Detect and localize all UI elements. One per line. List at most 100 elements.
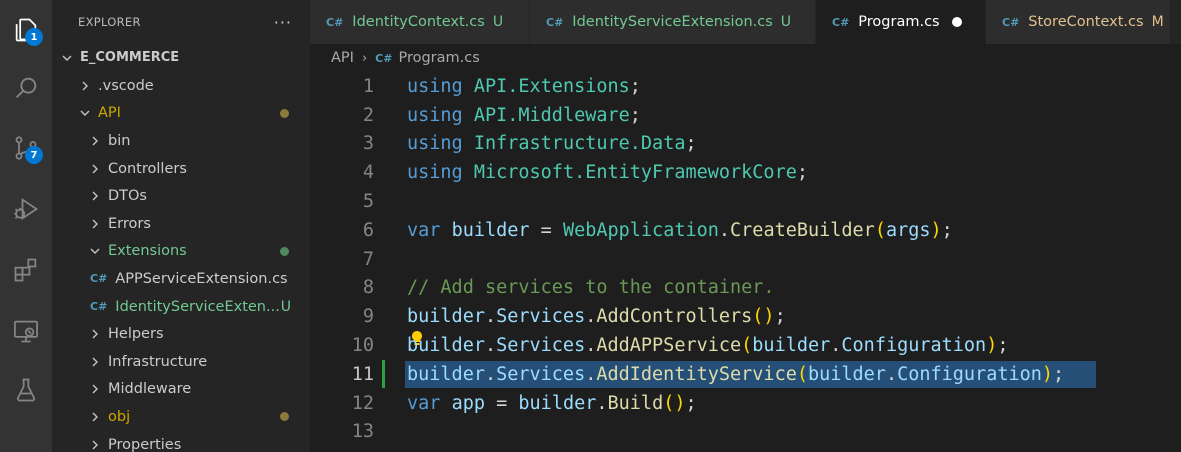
code-token: .: [830, 335, 842, 357]
git-status-dot: [280, 412, 289, 422]
code-line[interactable]: 1 using API.Extensions;: [310, 72, 1181, 101]
code-token: ;: [629, 75, 641, 97]
unsaved-dot-icon[interactable]: [951, 17, 962, 27]
code-line[interactable]: 3 using Infrastructure.Data;: [310, 130, 1181, 159]
code-token: ;: [685, 392, 697, 414]
code-line[interactable]: 5: [310, 187, 1181, 216]
tree-item[interactable]: Errors: [52, 210, 310, 238]
chevron-right-icon: [88, 439, 102, 451]
code-token: .: [484, 335, 497, 357]
code-token: Services: [496, 363, 586, 385]
csharp-file-icon: C#: [90, 272, 108, 286]
csharp-file-icon: C#: [90, 300, 108, 314]
tree-item[interactable]: C# APPServiceExtension.cs: [52, 265, 310, 293]
code-token: (: [796, 363, 808, 385]
tree-item[interactable]: Infrastructure: [52, 348, 310, 376]
remote-explorer-icon[interactable]: [0, 307, 52, 355]
code-token: .: [885, 363, 898, 385]
code-token: // Add services to the container.: [407, 277, 775, 299]
tree-item[interactable]: .vscode: [52, 72, 310, 100]
tree-item[interactable]: Extensions: [52, 238, 310, 266]
line-number: 7: [362, 248, 374, 270]
editor-tab[interactable]: C# Program.cs: [816, 0, 986, 44]
chevron-down-icon: [88, 245, 102, 257]
code-token: API.Extensions: [473, 75, 630, 97]
editor-tab[interactable]: C# IdentityServiceExtension.cs U: [530, 0, 816, 44]
code-token: .: [484, 363, 497, 385]
code-token: var: [407, 219, 441, 241]
tree-item-label: IdentityServiceExten...: [115, 298, 280, 315]
code-editor[interactable]: 1 using API.Extensions; 2 using API.Middlew…: [310, 72, 1181, 452]
code-line[interactable]: 6 var builder = WebApplication.CreateBuil…: [310, 216, 1181, 245]
code-text: // Add services to the container.: [407, 277, 775, 298]
code-text: using Infrastructure.Data;: [407, 133, 697, 154]
chevron-right-icon: [88, 328, 102, 340]
code-line[interactable]: 4 using Microsoft.EntityFrameworkCore;: [310, 158, 1181, 187]
tree-item[interactable]: API: [52, 100, 310, 128]
code-token: Microsoft.EntityFrameworkCore: [473, 162, 797, 184]
code-token: ;: [941, 219, 953, 241]
git-status-letter: U: [280, 298, 291, 315]
code-token: ;: [774, 306, 786, 328]
workspace-root-label: E_COMMERCE: [80, 50, 180, 66]
explorer-header: EXPLORER ···: [52, 0, 310, 44]
testing-icon[interactable]: [0, 366, 52, 414]
code-line[interactable]: 7: [310, 245, 1181, 274]
code-line[interactable]: 11 builder.Services.AddIdentityService(bu…: [310, 360, 1181, 389]
tree-item[interactable]: Controllers: [52, 155, 310, 183]
editor-tab[interactable]: C# StoreContext.cs M: [986, 0, 1171, 44]
explorer-badge: 1: [25, 28, 43, 46]
code-token: AddAPPService: [596, 335, 742, 357]
breadcrumb: API › C# Program.cs: [310, 44, 1181, 72]
tree-item[interactable]: Helpers: [52, 320, 310, 348]
search-icon[interactable]: [0, 64, 52, 112]
git-status-dot: [280, 246, 289, 256]
tab-label: StoreContext.cs: [1028, 14, 1144, 30]
tree-item[interactable]: DTOs: [52, 182, 310, 210]
explorer-icon[interactable]: 1: [0, 6, 52, 54]
source-control-badge: 7: [25, 146, 43, 164]
line-number: 11: [351, 363, 374, 385]
workspace-root[interactable]: E_COMMERCE: [52, 44, 310, 72]
code-token: builder: [518, 392, 597, 414]
extensions-icon[interactable]: [0, 246, 52, 294]
source-control-icon[interactable]: 7: [0, 124, 52, 172]
tree-item[interactable]: obj: [52, 403, 310, 431]
line-number: 6: [362, 219, 374, 241]
breadcrumb-folder[interactable]: API: [331, 50, 354, 66]
breadcrumb-file[interactable]: Program.cs: [398, 50, 479, 66]
csharp-file-icon: C#: [546, 15, 564, 29]
code-text: using API.Extensions;: [407, 76, 641, 97]
line-number: 5: [362, 191, 374, 213]
code-line[interactable]: 8 // Add services to the container.: [310, 274, 1181, 303]
code-line[interactable]: 10 builder.Services.AddAPPService(builder…: [310, 331, 1181, 360]
code-token: ;: [685, 133, 697, 155]
tree-item[interactable]: bin: [52, 127, 310, 155]
code-token: builder: [451, 219, 530, 241]
code-token: .: [596, 392, 608, 414]
code-line[interactable]: 9 builder.Services.AddControllers();: [310, 302, 1181, 331]
code-line[interactable]: 12 var app = builder.Build();: [310, 389, 1181, 418]
tree-item[interactable]: Properties: [52, 431, 310, 452]
line-number: 10: [351, 335, 374, 357]
code-token: .: [585, 306, 597, 328]
code-token: using: [407, 75, 463, 97]
run-debug-icon[interactable]: [0, 185, 52, 233]
code-text: builder.Services.AddAPPService(builder.C…: [407, 335, 1008, 356]
tree-item-label: Helpers: [108, 326, 164, 343]
code-token: builder: [407, 363, 485, 385]
tree-item-label: Errors: [108, 215, 151, 232]
breadcrumb-separator: ›: [361, 50, 368, 66]
tree-item[interactable]: Middleware: [52, 376, 310, 404]
editor-tab[interactable]: C# IdentityContext.cs U: [310, 0, 530, 44]
explorer-title: EXPLORER: [78, 15, 141, 29]
tree-item[interactable]: C# IdentityServiceExten... U: [52, 293, 310, 321]
more-actions-icon[interactable]: ···: [274, 13, 292, 32]
code-token: API.Middleware: [473, 104, 630, 126]
code-token: ;: [796, 162, 808, 184]
chevron-right-icon: [88, 135, 102, 147]
code-line[interactable]: 13: [310, 418, 1181, 447]
code-line[interactable]: 2 using API.Middleware;: [310, 101, 1181, 130]
